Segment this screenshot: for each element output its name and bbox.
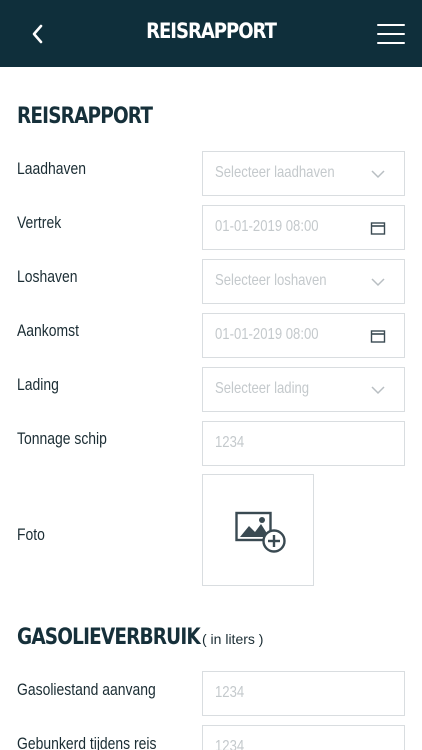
label-tonnage-schip: Tonnage schip (17, 429, 107, 448)
section-title-reisrapport: REISRAPPORT (17, 104, 153, 129)
label-lading: Lading (17, 375, 59, 394)
vertrek-value: 01-01-2019 08:00 (215, 218, 319, 235)
gasoliestand-aanvang-placeholder: 1234 (215, 684, 245, 701)
label-foto: Foto (17, 525, 45, 544)
gasoliestand-aanvang-input[interactable]: 1234 (202, 671, 405, 716)
aankomst-value: 01-01-2019 08:00 (215, 326, 319, 343)
gebunkerd-tijdens-reis-input[interactable]: 1234 (202, 725, 405, 750)
label-aankomst: Aankomst (17, 321, 79, 340)
label-gasoliestand-aanvang: Gasoliestand aanvang (17, 680, 156, 699)
gebunkerd-tijdens-reis-placeholder: 1234 (215, 738, 245, 750)
label-vertrek: Vertrek (17, 213, 62, 232)
tonnage-schip-input[interactable]: 1234 (202, 421, 405, 466)
unit-note: ( in liters ) (202, 631, 264, 647)
aankomst-datetime-field[interactable]: 01-01-2019 08:00 (202, 313, 405, 358)
chevron-down-icon (371, 170, 385, 179)
label-loshaven: Loshaven (17, 267, 78, 286)
chevron-down-icon (371, 386, 385, 395)
label-gebunkerd-tijdens-reis: Gebunkerd tijdens reis (17, 734, 157, 750)
page-title: REISRAPPORT (146, 19, 277, 43)
hamburger-icon (377, 24, 405, 27)
calendar-icon (370, 222, 386, 235)
top-bar: REISRAPPORT (0, 0, 422, 67)
lading-select[interactable]: Selecteer lading (202, 367, 405, 412)
tonnage-schip-placeholder: 1234 (215, 434, 245, 451)
vertrek-datetime-field[interactable]: 01-01-2019 08:00 (202, 205, 405, 250)
add-image-icon (235, 511, 286, 553)
lading-value: Selecteer lading (215, 380, 310, 397)
section-title-gasolieverbruik: GASOLIEVERBRUIK (17, 625, 201, 650)
laadhaven-select[interactable]: Selecteer laadhaven (202, 151, 405, 196)
loshaven-select[interactable]: Selecteer loshaven (202, 259, 405, 304)
menu-button[interactable] (377, 24, 405, 44)
photo-upload-button[interactable] (202, 474, 314, 586)
laadhaven-value: Selecteer laadhaven (215, 164, 335, 181)
calendar-icon (370, 330, 386, 343)
chevron-down-icon (371, 278, 385, 287)
label-laadhaven: Laadhaven (17, 159, 86, 178)
loshaven-value: Selecteer loshaven (215, 272, 327, 289)
